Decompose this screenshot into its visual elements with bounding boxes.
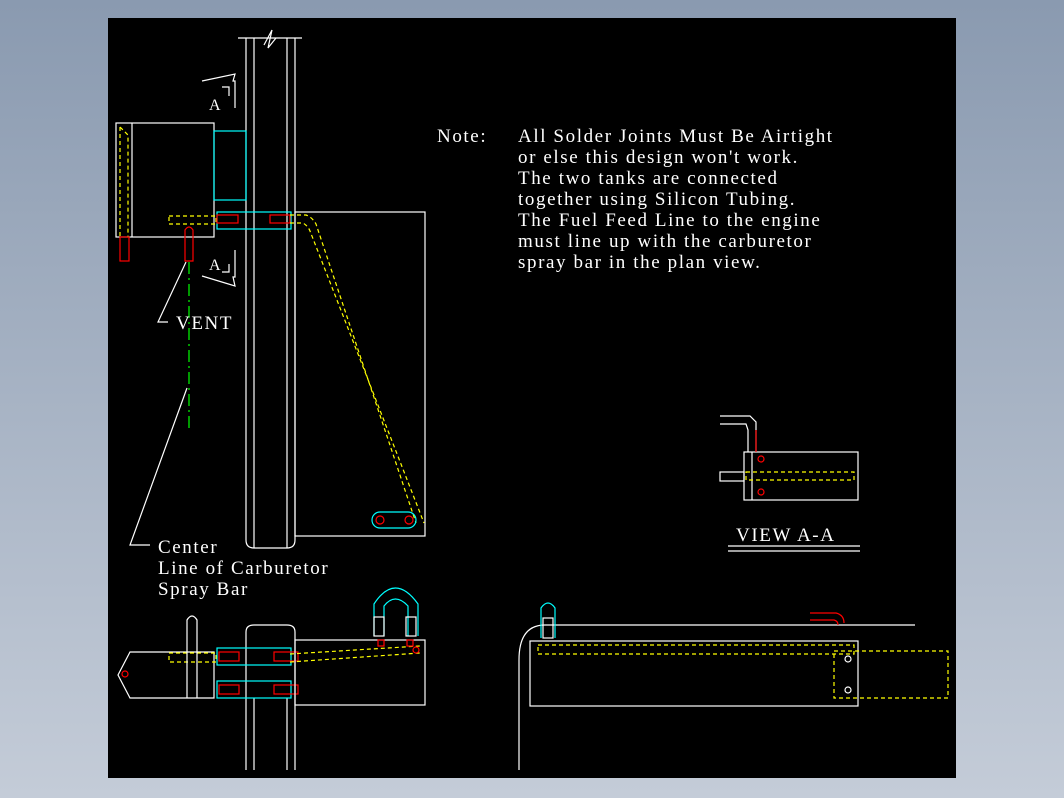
note-line: All Solder Joints Must Be Airtight bbox=[518, 126, 834, 147]
centerline-label: Spray Bar bbox=[158, 579, 249, 600]
vent-label: VENT bbox=[176, 313, 233, 334]
section-mark-bottom: A bbox=[209, 257, 222, 274]
section-mark-top: A bbox=[209, 97, 222, 114]
fuel-tank-drawing: Note: All Solder Joints Must Be Airtight… bbox=[115, 29, 949, 770]
note-block: Note: All Solder Joints Must Be Airtight… bbox=[437, 126, 834, 273]
right-tank bbox=[290, 211, 426, 537]
note-label: Note: bbox=[437, 126, 487, 147]
plan-view-right bbox=[518, 602, 949, 770]
note-line: spray bar in the plan view. bbox=[518, 252, 762, 273]
vertical-pipe bbox=[238, 29, 302, 549]
note-line: together using Silicon Tubing. bbox=[518, 189, 796, 210]
note-line: or else this design won't work. bbox=[518, 147, 799, 168]
note-line: The two tanks are connected bbox=[518, 168, 779, 189]
plan-view-left bbox=[117, 587, 426, 770]
view-label: VIEW A-A bbox=[736, 525, 836, 546]
centerline-label: Center bbox=[158, 537, 218, 558]
note-line: The Fuel Feed Line to the engine bbox=[518, 210, 821, 231]
centerline-label: Line of Carburetor bbox=[158, 558, 329, 579]
left-tank bbox=[115, 122, 247, 262]
note-line: must line up with the carburetor bbox=[518, 231, 812, 252]
centerline-leader bbox=[129, 387, 188, 546]
